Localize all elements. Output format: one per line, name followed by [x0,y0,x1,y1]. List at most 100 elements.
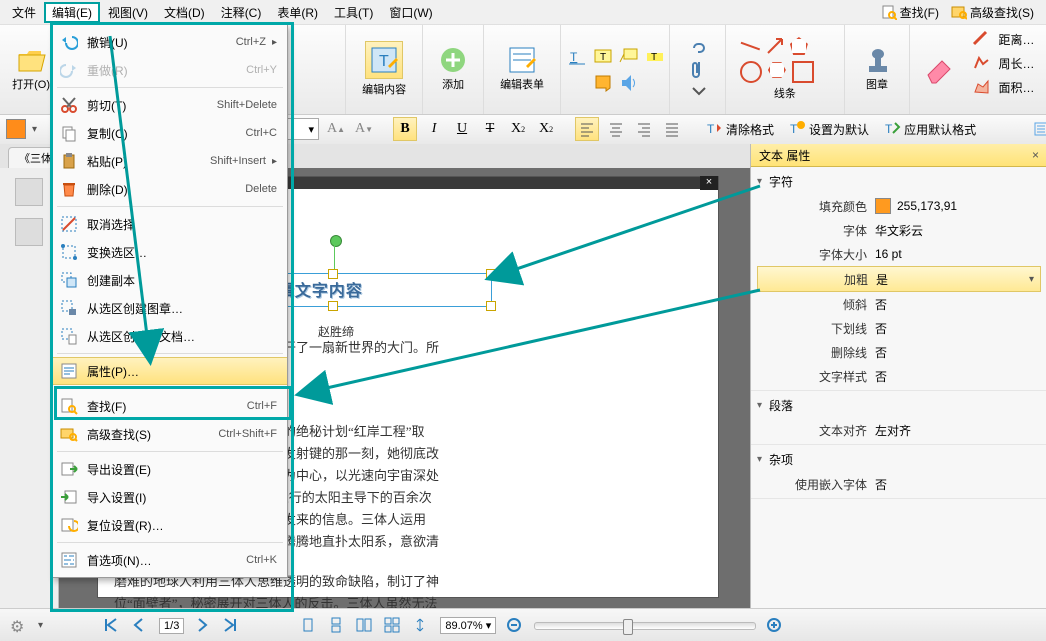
menu-tools[interactable]: 工具(T) [326,2,381,23]
fit-height-status-icon[interactable] [412,617,430,635]
menu-document[interactable]: 文档(D) [156,2,213,23]
textbox-icon[interactable]: T [593,47,611,65]
prop-italic[interactable]: 倾斜 否 [757,292,1041,316]
zoom-in-status-icon[interactable] [766,617,784,635]
section-header-para[interactable]: 段落 [757,393,1041,418]
shape-polygon[interactable] [768,61,786,79]
highlight-icon[interactable]: T [645,47,663,65]
ribbon-edit-form[interactable]: 编辑表单 [484,24,561,114]
zoom-slider-thumb[interactable] [623,619,633,635]
clear-format-button[interactable]: T清除格式 [705,120,774,138]
nav-last-icon[interactable] [222,617,240,635]
prop-font[interactable]: 字体 华文彩云 [757,218,1041,242]
menu-form[interactable]: 表单(R) [269,2,326,23]
nav-next-icon[interactable] [194,617,212,635]
options-icon[interactable]: ⚙ [10,617,28,635]
menu-find[interactable]: 查找(F) Ctrl+F [53,392,287,420]
align-left-button[interactable] [575,117,599,141]
subscript-button[interactable]: X2 [507,118,529,140]
callout-icon[interactable] [619,47,637,65]
measure-perimeter[interactable]: 周长… [972,54,1034,72]
prop-bold[interactable]: 加粗 是▾ [757,266,1041,292]
align-right-button[interactable] [633,118,655,140]
menu-deselect[interactable]: 取消选择 [53,210,287,238]
handle-se[interactable] [486,301,496,311]
align-justify-button[interactable] [661,118,683,140]
typewriter-icon[interactable]: T [567,47,585,65]
menu-edit[interactable]: 编辑(E) [44,2,100,23]
ribbon-add[interactable]: 添加 [423,24,484,114]
ribbon-edit-content[interactable]: T 编辑内容 [346,24,423,114]
superscript-button[interactable]: X2 [535,118,557,140]
prop-underline[interactable]: 下划线 否 [757,316,1041,340]
handle-s[interactable] [328,301,338,311]
prop-align[interactable]: 文本对齐 左对齐 [757,418,1041,442]
layout-continuous-icon[interactable] [328,617,346,635]
layout-facing-icon[interactable] [356,617,374,635]
properties-close-icon[interactable]: × [1032,148,1039,162]
menu-export-settings[interactable]: 导出设置(E) [53,455,287,483]
shape-pentagon[interactable] [790,37,808,55]
layout-single-icon[interactable] [300,617,318,635]
shape-arrow[interactable] [766,37,784,55]
menu-doc-from-selection[interactable]: 从选区创建新文档… [53,322,287,350]
menu-transform[interactable]: 变换选区… [53,238,287,266]
note-icon[interactable] [593,73,611,91]
menu-cut[interactable]: 剪切(T) Shift+Delete [53,91,287,119]
sidebar-thumbnails-icon[interactable] [15,178,43,206]
link-icon[interactable] [689,36,707,54]
dropdown-more-icon[interactable] [689,84,707,102]
ribbon-stamp[interactable]: 图章 [845,24,910,114]
zoom-out-status-icon[interactable] [506,617,524,635]
ribbon-eraser[interactable] [910,24,966,114]
menu-advanced-find[interactable]: 高级查找(S) Ctrl+Shift+F [53,420,287,448]
section-header-char[interactable]: 字符 [757,169,1041,194]
page-close-icon[interactable]: × [700,176,718,190]
top-advfind-button[interactable]: 高级查找(S) [945,4,1040,21]
italic-button[interactable]: I [423,118,445,140]
section-header-misc[interactable]: 杂项 [757,447,1041,472]
menu-stamp-from-selection[interactable]: 从选区创建图章… [53,294,287,322]
prop-strike[interactable]: 删除线 否 [757,340,1041,364]
shape-line[interactable] [740,42,760,53]
prop-fill-color[interactable]: 填充颜色 255,173,91 [757,194,1041,218]
prop-font-size[interactable]: 字体大小 16 pt [757,242,1041,266]
menu-paste[interactable]: 粘贴(P) Shift+Insert ▸ [53,147,287,175]
menu-preferences[interactable]: 首选项(N)… Ctrl+K [53,546,287,574]
nav-first-icon[interactable] [103,617,121,635]
menu-reset-settings[interactable]: 复位设置(R)… [53,511,287,539]
menu-file[interactable]: 文件 [4,2,44,23]
sidebar-bookmarks-icon[interactable] [15,218,43,246]
top-find-button[interactable]: 查找(F) [875,4,945,21]
text-color-swatch[interactable] [6,119,26,139]
measure-distance[interactable]: 距离… [972,30,1034,48]
grow-font-button[interactable]: A▲ [325,118,347,140]
page-number[interactable]: 1/3 [159,618,184,634]
nav-prev-icon[interactable] [131,617,149,635]
menu-comment[interactable]: 注释(C) [213,2,270,23]
set-default-button[interactable]: T设置为默认 [788,120,869,138]
zoom-slider[interactable] [534,622,756,630]
layout-facing-cont-icon[interactable] [384,617,402,635]
strikethrough-button[interactable]: T [479,118,501,140]
menu-copy[interactable]: 复制(C) Ctrl+C [53,119,287,147]
sound-icon[interactable] [619,73,637,91]
properties-title-bar[interactable]: 文本 属性 × [751,144,1046,167]
options-toggle-button[interactable] [1030,118,1046,140]
menu-view[interactable]: 视图(V) [100,2,156,23]
menu-undo[interactable]: 撤销(U) Ctrl+Z ▸ [53,28,287,56]
shape-circle[interactable] [740,61,762,83]
shrink-font-button[interactable]: A▼ [353,118,375,140]
menu-properties[interactable]: 属性(P)… [53,357,287,385]
align-center-button[interactable] [605,118,627,140]
menu-window[interactable]: 窗口(W) [381,2,440,23]
menu-import-settings[interactable]: 导入设置(I) [53,483,287,511]
zoom-status[interactable]: 89.07% ▾ [440,617,496,634]
apply-default-button[interactable]: T应用默认格式 [883,120,976,138]
shape-rect[interactable] [792,61,814,83]
menu-delete[interactable]: 删除(D) Delete [53,175,287,203]
measure-area[interactable]: 面积… [972,78,1034,96]
bold-button[interactable]: B [393,117,417,141]
prop-style[interactable]: 文字样式 否 [757,364,1041,388]
handle-ne[interactable] [486,269,496,279]
